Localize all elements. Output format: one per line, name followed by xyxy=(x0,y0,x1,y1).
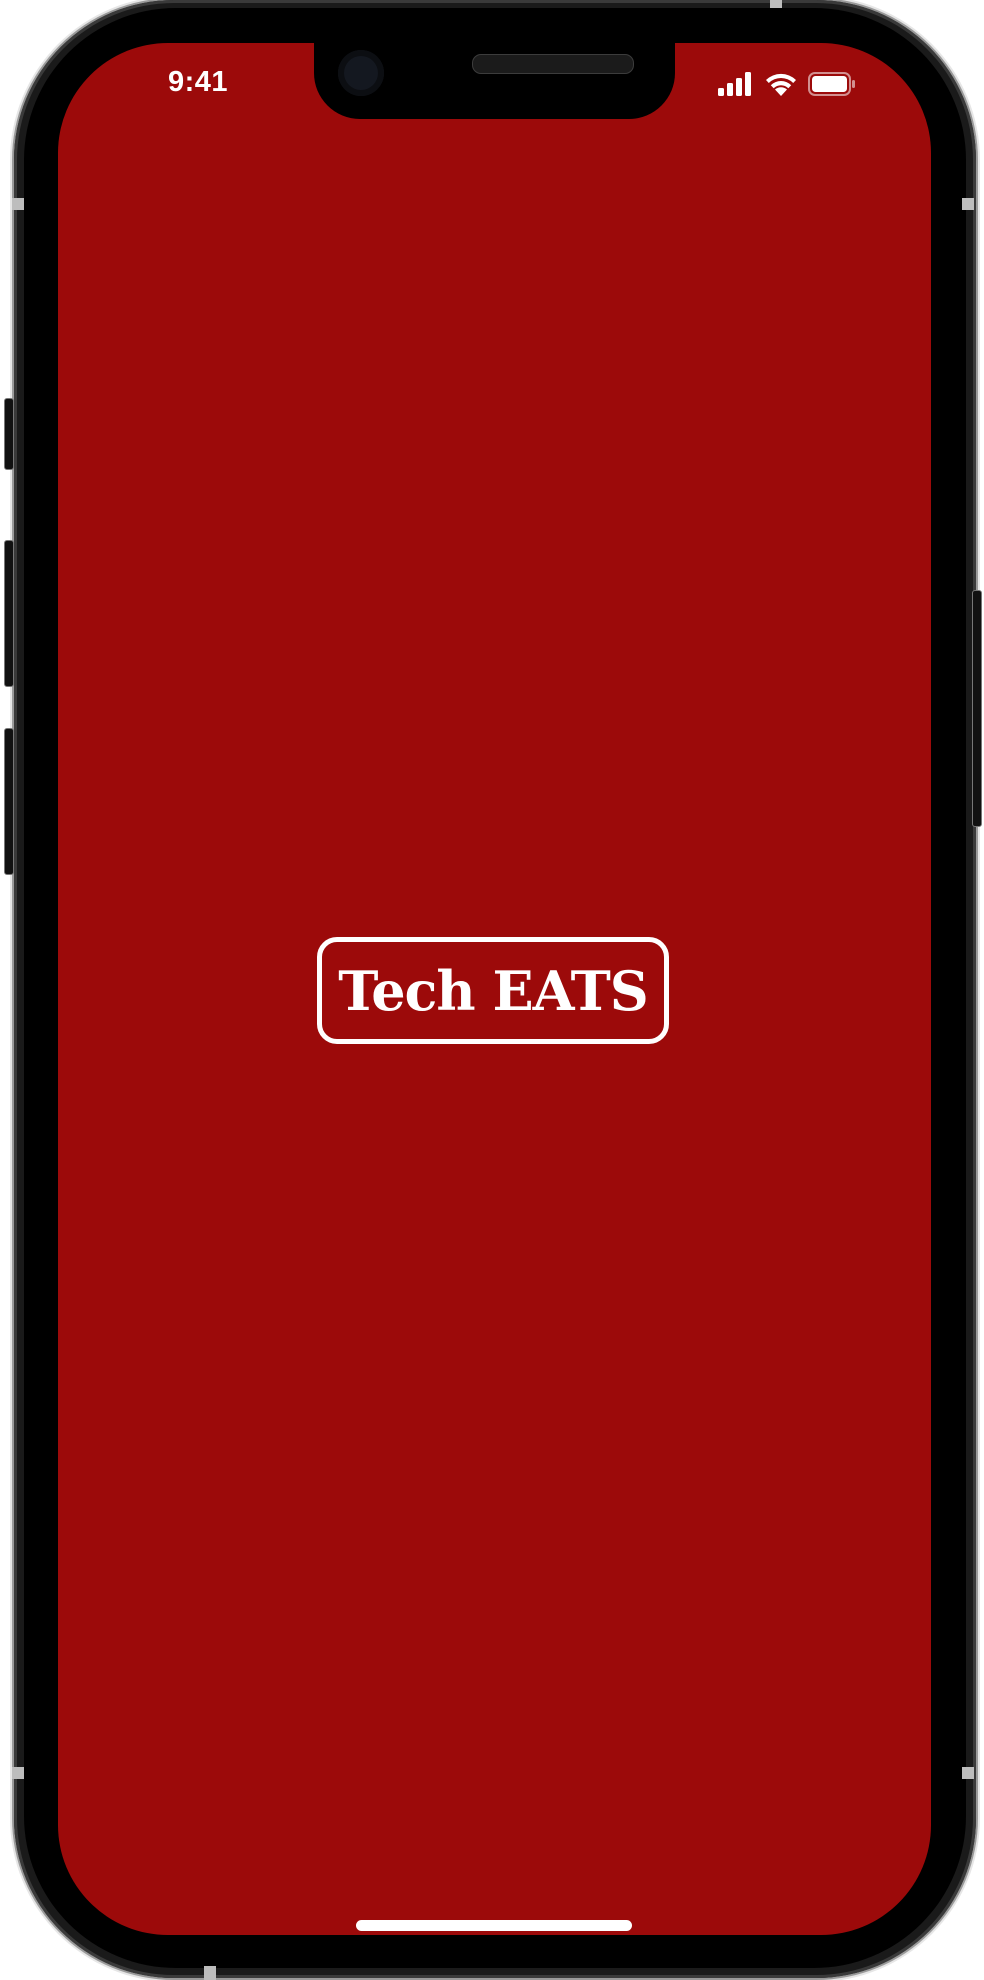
front-camera xyxy=(338,50,384,96)
battery-full-icon xyxy=(808,72,855,96)
earpiece-speaker xyxy=(472,54,634,74)
antenna-band xyxy=(962,198,974,210)
status-icons xyxy=(718,71,856,97)
app-logo: Tech EATS xyxy=(317,937,669,1044)
power-button xyxy=(972,590,982,827)
antenna-band xyxy=(962,1767,974,1779)
volume-up-button xyxy=(4,540,14,687)
logo-text: Tech EATS xyxy=(338,958,649,1023)
silent-switch xyxy=(4,398,14,470)
antenna-band xyxy=(204,1966,216,1980)
home-indicator[interactable] xyxy=(356,1920,632,1931)
volume-down-button xyxy=(4,728,14,875)
status-time: 9:41 xyxy=(168,66,229,98)
wifi-icon xyxy=(766,73,796,96)
antenna-band xyxy=(12,198,24,210)
antenna-band xyxy=(770,0,782,8)
app-screen: 9:41 Tech EATS xyxy=(58,43,931,1935)
cellular-signal-icon xyxy=(718,72,751,96)
antenna-band xyxy=(12,1767,24,1779)
